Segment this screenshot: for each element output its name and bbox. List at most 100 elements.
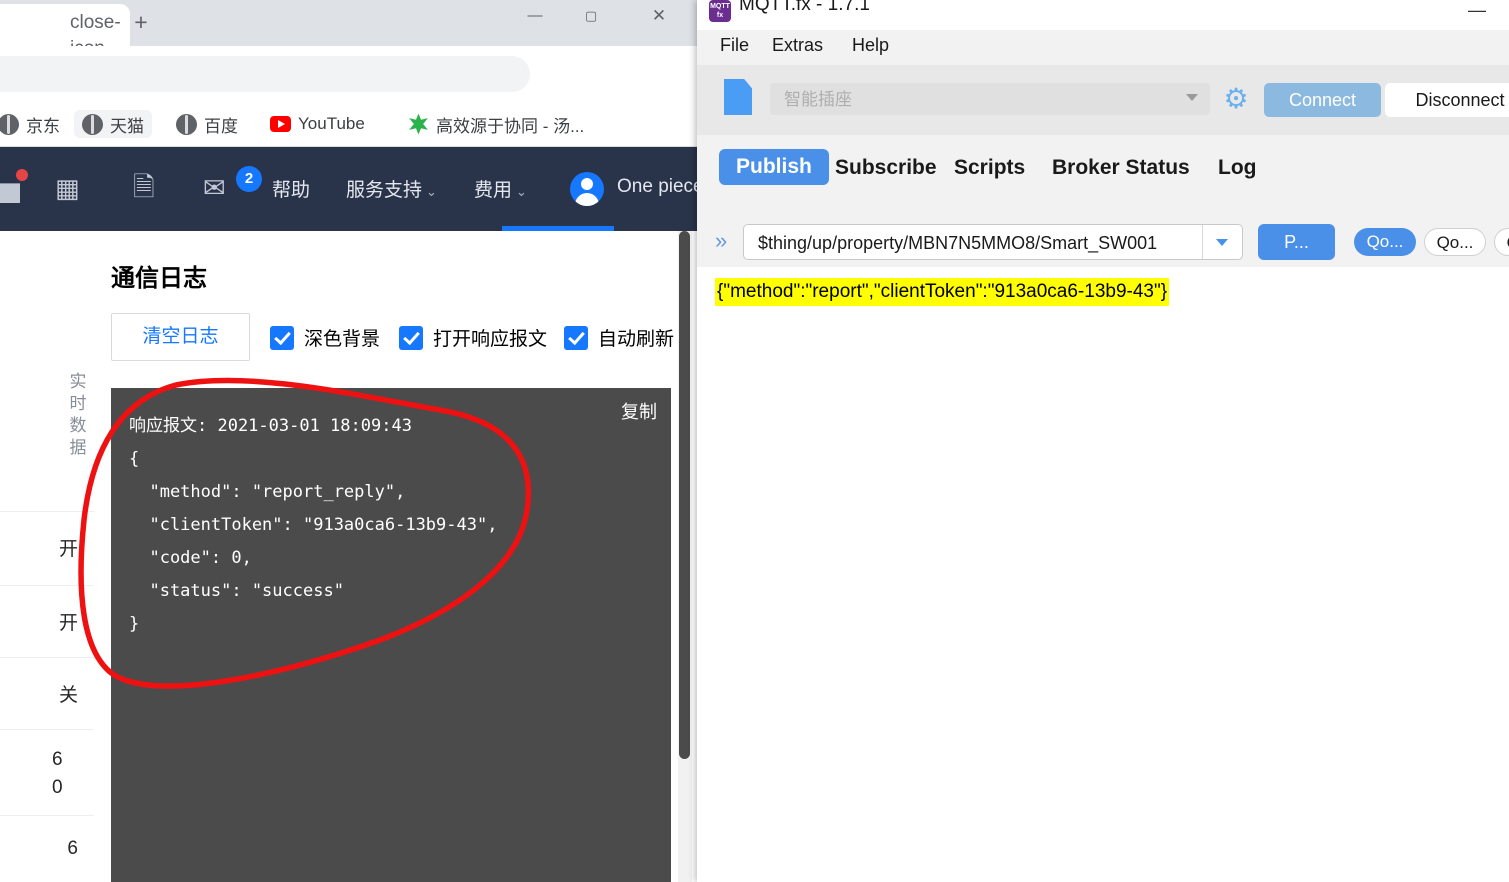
expander-icon[interactable]: » [715, 228, 727, 254]
bookmark-tmall[interactable]: 天猫 [74, 110, 152, 138]
globe-icon [0, 113, 19, 135]
document-icon[interactable]: 🗎 [133, 173, 155, 201]
nav-link-fee[interactable]: 费用 ⌄ [474, 175, 527, 202]
window-maximize-button[interactable]: ▢ [568, 0, 614, 32]
tab-publish[interactable]: Publish [719, 149, 829, 185]
leaf-icon [409, 113, 428, 135]
browser-window: close-icon + — ▢ ✕ ple.cloud.tencent.com… [0, 0, 697, 882]
youtube-icon [270, 116, 291, 132]
tab-log[interactable]: Log [1218, 156, 1256, 180]
tab-close-icon[interactable]: close-icon [70, 10, 121, 59]
topic-dropdown-button[interactable] [1202, 225, 1242, 259]
table-row: 开 [0, 511, 94, 585]
mqtt-publish-row: » $thing/up/property/MBN7N5MMO8/Smart_SW… [697, 215, 1509, 267]
mqtt-titlebar: MQTT fx MQTT.fx - 1.7.1 — [697, 0, 1509, 30]
qr-code-icon[interactable]: ▦ [55, 175, 80, 201]
checkbox-label: 打开响应报文 [433, 329, 548, 350]
gear-icon[interactable]: ⚙ [1221, 84, 1251, 114]
table-row: 开 [0, 585, 94, 657]
checkbox-icon [564, 325, 588, 350]
table-cell: 开 [58, 613, 78, 634]
window-minimize-button[interactable]: — [512, 0, 558, 32]
mqtt-connection-bar: 智能插座 ⚙ Connect Disconnect [697, 65, 1509, 135]
realtime-data-column: 实时数据 开 开 关 60 6 [0, 231, 110, 882]
window-close-button[interactable]: ✕ [636, 0, 682, 32]
payload-text: {"method":"report","clientToken":"913a0c… [715, 278, 1170, 306]
nav-username[interactable]: One piece [617, 176, 697, 198]
new-tab-icon[interactable]: + [126, 8, 156, 38]
browser-tab-strip: close-icon + — ▢ ✕ [0, 0, 697, 59]
bookmark-label: 高效源于协同 - 汤... [436, 116, 585, 136]
qos-button-2[interactable]: Qo... [1494, 228, 1509, 256]
url-pill[interactable] [0, 56, 530, 92]
tab-subscribe[interactable]: Subscribe [835, 156, 937, 180]
checkbox-label: 深色背景 [304, 329, 381, 350]
page-title: 通信日志 [111, 265, 207, 292]
mqtt-tab-bar: Publish Subscribe Scripts Broker Status … [697, 135, 1509, 215]
connect-button[interactable]: Connect [1264, 83, 1381, 117]
nav-link-label: 服务支持 [346, 180, 423, 201]
topic-input[interactable]: $thing/up/property/MBN7N5MMO8/Smart_SW00… [743, 224, 1243, 260]
broker-profile-icon [724, 79, 752, 115]
checkbox-label: 自动刷新 [598, 329, 675, 350]
globe-icon [82, 113, 103, 135]
table-cell: 关 [58, 685, 78, 706]
column-header: 实时数据 [69, 372, 87, 457]
table-row: 60 [0, 729, 94, 815]
topic-input-value: $thing/up/property/MBN7N5MMO8/Smart_SW00… [758, 233, 1158, 253]
tab-scripts[interactable]: Scripts [954, 156, 1025, 180]
table-cell: 开 [58, 539, 78, 560]
table-cell: 6 [67, 838, 78, 859]
chevron-down-icon [1216, 239, 1228, 246]
table-row: 6 [0, 815, 94, 882]
checkbox-auto-refresh[interactable]: 自动刷新 [564, 324, 674, 351]
notification-dot-icon [16, 169, 28, 181]
disconnect-button[interactable]: Disconnect [1385, 83, 1509, 117]
qos-button-1[interactable]: Qo... [1424, 228, 1486, 256]
qos-button-0[interactable]: Qo... [1354, 228, 1416, 256]
log-content: 响应报文: 2021-03-01 18:09:43 { "method": "r… [129, 416, 498, 634]
bookmarks-bar: 京东 天猫 百度 YouTube 高效源于协同 - 汤... » [0, 102, 697, 234]
bookmark-youtube[interactable]: YouTube [262, 110, 373, 138]
browser-omnibox-bar: ple.cloud.tencent.com/iotexplorer/projec… [0, 46, 697, 139]
bookmark-label: 天猫 [110, 116, 144, 136]
menu-item-extras[interactable]: Extras [772, 35, 823, 56]
nav-link-support[interactable]: 服务支持 ⌄ [346, 175, 437, 202]
mqtt-minimize-button[interactable]: — [1462, 0, 1492, 24]
page-content: 实时数据 开 开 关 60 6 通信日志 清空日志 深色背景 打开响应报文 自动… [0, 231, 697, 882]
checkbox-dark-background[interactable]: 深色背景 [270, 324, 380, 351]
menu-item-file[interactable]: File [720, 35, 749, 56]
checkbox-show-response[interactable]: 打开响应报文 [399, 324, 547, 351]
mail-icon[interactable]: ✉ [203, 175, 226, 202]
mqtt-payload-editor[interactable]: {"method":"report","clientToken":"913a0c… [697, 267, 1509, 882]
table-row: 关 [0, 657, 94, 729]
nav-link-help[interactable]: 帮助 [272, 175, 310, 202]
mqtt-logo-icon: MQTT fx [709, 0, 731, 22]
bookmark-jingdong[interactable]: 京东 [0, 110, 68, 138]
bookmark-label: 京东 [26, 116, 60, 136]
bookmark-label: 百度 [204, 116, 238, 136]
mail-badge: 2 [236, 166, 262, 192]
tab-broker-status[interactable]: Broker Status [1052, 156, 1190, 180]
clear-log-button[interactable]: 清空日志 [111, 313, 250, 361]
checkbox-icon [270, 325, 294, 350]
table-cell: 60 [52, 749, 103, 798]
bookmark-tower[interactable]: 高效源于协同 - 汤... [400, 110, 592, 138]
chevron-down-icon: ⌄ [426, 184, 437, 199]
checkbox-icon [399, 325, 423, 350]
chevron-down-icon: ⌄ [516, 184, 527, 199]
mqtt-fx-window: MQTT fx MQTT.fx - 1.7.1 — File Extras He… [697, 0, 1509, 882]
menu-item-help[interactable]: Help [852, 35, 889, 56]
mqtt-window-title: MQTT.fx - 1.7.1 [739, 0, 870, 15]
nav-link-label: 费用 [474, 180, 513, 201]
bookmark-baidu[interactable]: 百度 [168, 110, 246, 138]
communication-log-panel: 复制 响应报文: 2021-03-01 18:09:43 { "method":… [111, 388, 671, 882]
broker-profile-select[interactable]: 智能插座 [770, 83, 1210, 115]
broker-profile-placeholder: 智能插座 [784, 90, 852, 109]
publish-button[interactable]: P... [1258, 224, 1335, 260]
chevron-down-icon [1186, 94, 1198, 101]
user-avatar[interactable] [570, 172, 604, 206]
bookmark-label: YouTube [298, 114, 365, 133]
page-scrollbar-thumb[interactable] [679, 231, 690, 759]
globe-icon [176, 113, 197, 135]
